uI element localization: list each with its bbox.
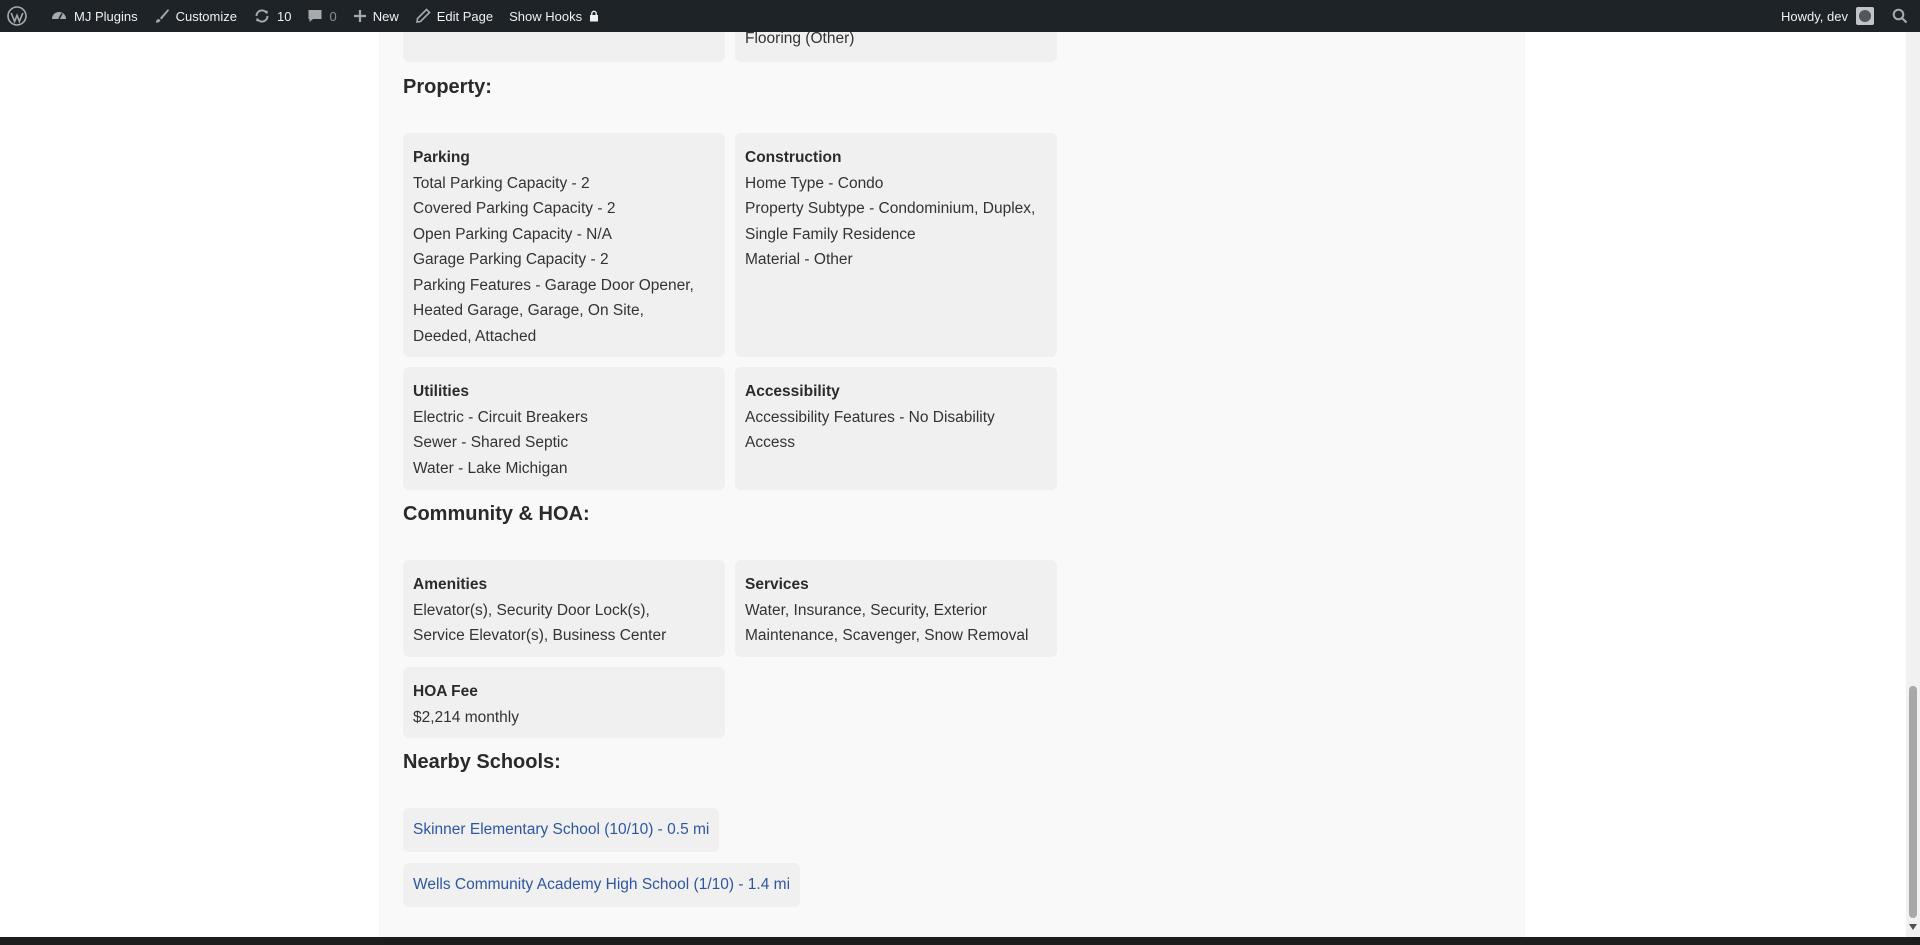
site-name-menu[interactable]: MJ Plugins — [42, 0, 146, 32]
school-link[interactable]: Wells Community Academy High School (1/1… — [403, 863, 801, 907]
services-card: Services Water, Insurance, Security, Ext… — [735, 560, 1057, 657]
schools-heading: Nearby Schools: — [403, 751, 561, 773]
admin-search[interactable] — [1882, 0, 1920, 32]
property-heading: Property: — [403, 76, 492, 98]
parking-line: Total Parking Capacity - 2 — [413, 174, 590, 192]
wordpress-logo-menu[interactable] — [0, 0, 42, 32]
utilities-line: Sewer - Shared Septic — [413, 434, 569, 451]
construction-line: Single Family Residence — [745, 225, 916, 243]
customize-link[interactable]: Customize — [146, 0, 245, 32]
accessibility-line: Access — [745, 434, 795, 451]
construction-card: Construction Home Type - Condo Property … — [735, 133, 1057, 357]
amenities-title: Amenities — [413, 576, 488, 593]
site-name-label: MJ Plugins — [74, 8, 138, 24]
parking-title: Parking — [413, 149, 470, 166]
community-heading: Community & HOA: — [403, 503, 590, 525]
bottom-edge — [0, 937, 1920, 945]
wordpress-icon — [7, 6, 27, 26]
flooring-line: Flooring (Other) — [745, 32, 855, 47]
edit-page-label: Edit Page — [436, 8, 494, 24]
plus-icon — [353, 10, 366, 22]
parking-line: Garage Parking Capacity - 2 — [413, 251, 609, 268]
paintbrush-icon — [155, 9, 169, 23]
comments-count: 0 — [329, 8, 337, 24]
page-scrollbar[interactable] — [1906, 32, 1920, 937]
parking-line: Heated Garage, Garage, On Site, — [413, 302, 644, 319]
partial-card-right: Flooring (Other) — [735, 32, 1057, 62]
scroll-down-arrow-icon[interactable] — [1909, 924, 1917, 930]
utilities-card: Utilities Electric - Circuit Breakers Se… — [403, 367, 725, 490]
amenities-line: Service Elevator(s), Business Center — [413, 627, 667, 644]
customize-label: Customize — [175, 8, 237, 24]
construction-title: Construction — [745, 149, 842, 166]
avatar — [1856, 7, 1874, 25]
new-label: New — [372, 8, 399, 24]
my-account-menu[interactable]: Howdy, dev — [1773, 0, 1882, 32]
parking-line: Deeded, Attached — [413, 327, 537, 345]
services-line: Maintenance, Scavenger, Snow Removal — [745, 627, 1029, 644]
parking-line: Parking Features - Garage Door Opener, — [413, 276, 694, 294]
hoa-fee-value: $2,214 monthly — [413, 708, 519, 726]
hoa-fee-title: HOA Fee — [413, 683, 478, 700]
comment-bubble-icon — [308, 10, 322, 22]
parking-card: Parking Total Parking Capacity - 2 Cover… — [403, 133, 725, 357]
updates-count: 10 — [277, 8, 292, 24]
edit-page-link[interactable]: Edit Page — [407, 0, 501, 32]
construction-line: Property Subtype - Condominium, Duplex, — [745, 200, 1036, 217]
construction-line: Material - Other — [745, 251, 853, 268]
amenities-line: Elevator(s), Security Door Lock(s), — [413, 601, 650, 619]
parking-line: Open Parking Capacity - N/A — [413, 225, 613, 243]
accessibility-line: Accessibility Features - No Disability — [745, 408, 995, 426]
show-hooks-label: Show Hooks — [509, 8, 583, 24]
dashboard-icon — [52, 12, 66, 20]
utilities-title: Utilities — [413, 383, 469, 400]
partial-card-left — [403, 32, 725, 62]
lock-icon — [590, 10, 599, 22]
updates-icon — [255, 9, 269, 23]
services-line: Water, Insurance, Security, Exterior — [745, 601, 988, 619]
amenities-card: Amenities Elevator(s), Security Door Loc… — [403, 560, 725, 657]
utilities-line: Electric - Circuit Breakers — [413, 408, 588, 426]
search-icon — [1892, 8, 1908, 24]
services-title: Services — [745, 576, 809, 593]
utilities-line: Water - Lake Michigan — [413, 459, 568, 477]
school-link[interactable]: Skinner Elementary School (10/10) - 0.5 … — [403, 808, 720, 852]
listing-details-panel: Flooring (Other) Property: Parking Total… — [379, 32, 1525, 937]
construction-line: Home Type - Condo — [745, 174, 884, 192]
updates-link[interactable]: 10 — [245, 0, 299, 32]
admin-bar: MJ Plugins Customize 10 0 New Edit Page … — [0, 0, 1920, 32]
pencil-icon — [415, 8, 431, 23]
scrollbar-thumb[interactable] — [1909, 686, 1917, 918]
new-content-menu[interactable]: New — [345, 0, 407, 32]
parking-line: Covered Parking Capacity - 2 — [413, 200, 616, 217]
show-hooks-link[interactable]: Show Hooks — [501, 0, 608, 32]
howdy-label: Howdy, dev — [1781, 8, 1848, 24]
accessibility-card: Accessibility Accessibility Features - N… — [735, 367, 1057, 490]
hoa-fee-card: HOA Fee $2,214 monthly — [403, 667, 725, 738]
accessibility-title: Accessibility — [745, 383, 840, 400]
comments-link[interactable]: 0 — [299, 0, 344, 32]
page-viewport: Flooring (Other) Property: Parking Total… — [0, 32, 1906, 937]
